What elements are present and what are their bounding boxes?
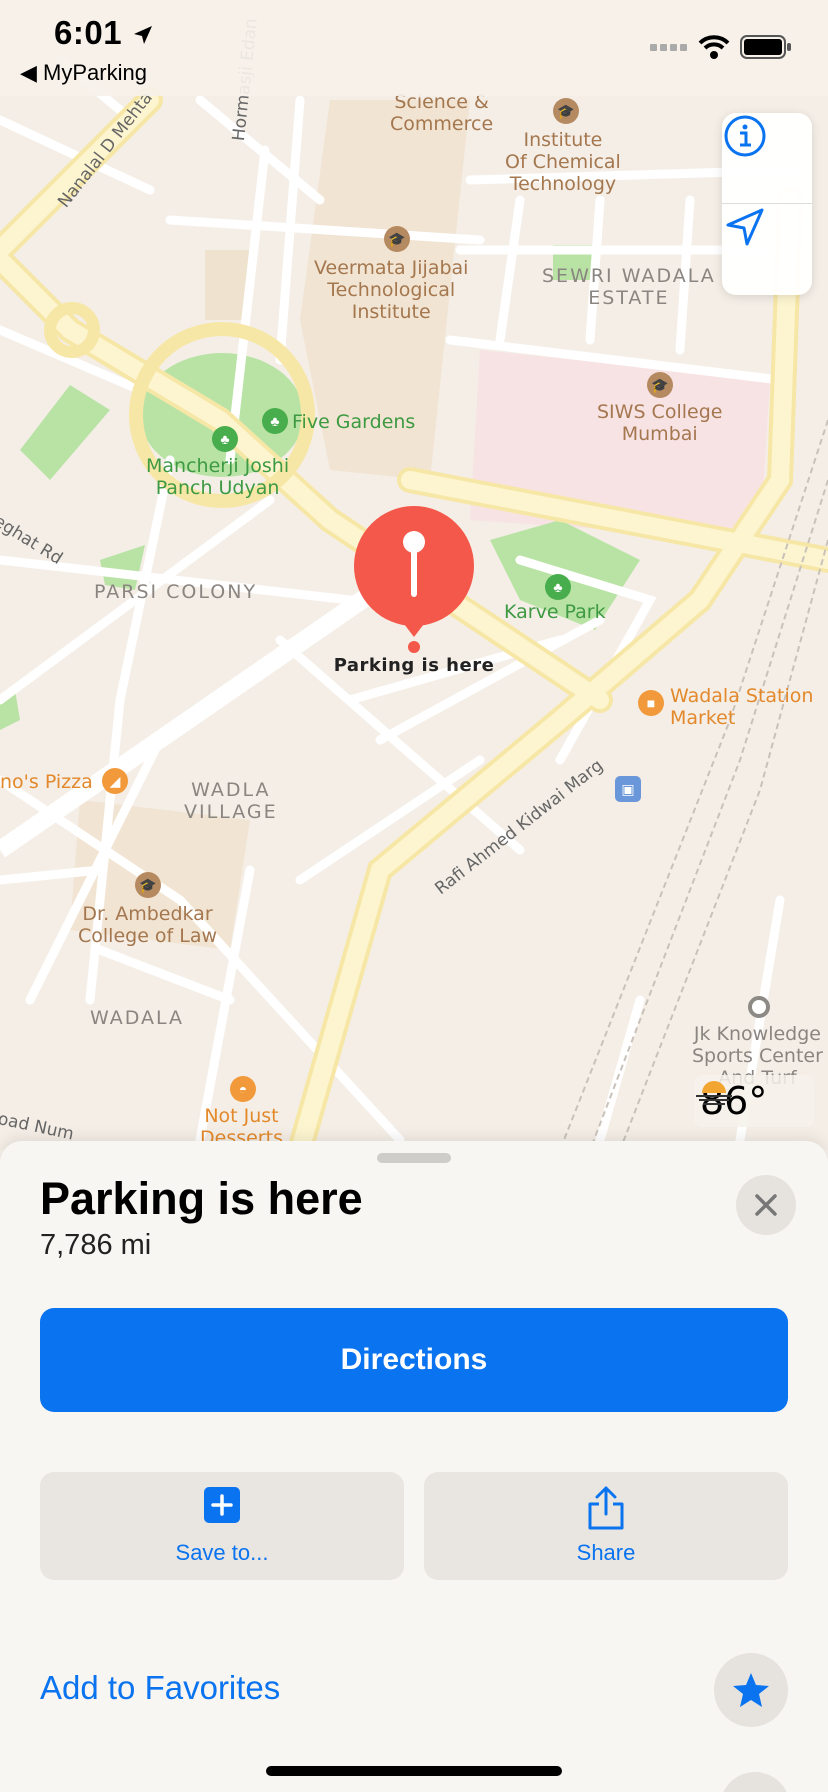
- map-label-mancherji: Mancherji Joshi Panch Udyan: [146, 455, 290, 499]
- share-icon: [588, 1486, 624, 1530]
- school-icon[interactable]: 🎓: [135, 872, 161, 898]
- train-station-icon[interactable]: ▣: [615, 776, 641, 802]
- location-button[interactable]: [722, 204, 812, 294]
- map-label-veermata: Veermata Jijabai Technological Institute: [314, 257, 469, 323]
- school-icon[interactable]: 🎓: [553, 98, 579, 124]
- star-icon: [733, 1673, 769, 1707]
- save-to-button[interactable]: Save to...: [40, 1472, 404, 1580]
- favorite-star-button[interactable]: [714, 1653, 788, 1727]
- sunrise-icon: [696, 1081, 732, 1105]
- map-controls: [722, 113, 812, 295]
- directions-button[interactable]: Directions: [40, 1308, 788, 1412]
- shopping-icon[interactable]: ■: [638, 690, 664, 716]
- map-label-wadla-village: WADLA VILLAGE: [184, 779, 278, 823]
- map-label-pizza: no's Pizza: [0, 771, 93, 793]
- cellular-icon: [650, 44, 687, 51]
- home-indicator[interactable]: [266, 1766, 562, 1776]
- info-icon: [724, 115, 766, 157]
- park-icon[interactable]: ♣: [262, 408, 288, 434]
- school-icon[interactable]: 🎓: [647, 372, 673, 398]
- battery-icon: [740, 35, 791, 59]
- status-bar: 6:01 ◀ MyParking: [0, 0, 828, 96]
- map-label-parsi-colony: PARSI COLONY: [94, 581, 258, 603]
- place-card-sheet: Parking is here 7,786 mi Directions Save…: [0, 1141, 828, 1792]
- close-button[interactable]: [736, 1175, 796, 1235]
- map-view[interactable]: 🎓 🎓 🎓 🎓 ♣ ♣ ♣ ■ ◢ ◓ ▣ Science & Commerce…: [0, 0, 828, 1150]
- save-to-label: Save to...: [175, 1540, 269, 1565]
- pin-label: Parking is here: [333, 655, 495, 676]
- map-label-ambedkar: Dr. Ambedkar College of Law: [78, 903, 218, 947]
- map-label-institute: Institute Of Chemical Technology: [505, 129, 621, 195]
- weather-widget[interactable]: 86°: [694, 1075, 814, 1127]
- school-icon[interactable]: 🎓: [384, 226, 410, 252]
- sports-icon[interactable]: [748, 996, 770, 1018]
- add-to-favorites-link[interactable]: Add to Favorites: [40, 1669, 280, 1707]
- location-services-icon: [133, 26, 152, 45]
- share-label: Share: [576, 1540, 636, 1565]
- status-icons: [650, 34, 792, 60]
- info-button[interactable]: [722, 113, 812, 203]
- park-icon[interactable]: ♣: [212, 426, 238, 452]
- map-label-sewri: SEWRI WADALA ESTATE: [542, 265, 716, 309]
- sheet-grabber[interactable]: [377, 1153, 451, 1163]
- location-arrow-icon: [726, 208, 764, 246]
- back-chevron-icon: ◀: [20, 60, 37, 85]
- parking-pin[interactable]: [353, 505, 475, 655]
- place-title: Parking is here: [40, 1173, 363, 1224]
- pizza-icon[interactable]: ◢: [102, 768, 128, 794]
- add-square-icon: [204, 1487, 240, 1523]
- park-icon[interactable]: ♣: [545, 574, 571, 600]
- map-label-karve-park: Karve Park: [504, 601, 606, 623]
- back-to-app[interactable]: ◀ MyParking: [20, 60, 147, 86]
- share-button[interactable]: Share: [424, 1472, 788, 1580]
- place-distance: 7,786 mi: [40, 1229, 152, 1261]
- status-time: 6:01: [54, 14, 154, 52]
- map-label-science-commerce: Science & Commerce: [390, 91, 494, 135]
- map-label-wadala-station: Wadala Station Market: [670, 685, 814, 729]
- dessert-icon[interactable]: ◓: [230, 1076, 256, 1102]
- wifi-icon: [698, 35, 730, 59]
- map-label-siws: SIWS College Mumbai: [597, 401, 723, 445]
- map-label-five-gardens: Five Gardens: [292, 411, 416, 433]
- map-label-wadala: WADALA: [90, 1007, 185, 1029]
- close-icon: [755, 1194, 777, 1216]
